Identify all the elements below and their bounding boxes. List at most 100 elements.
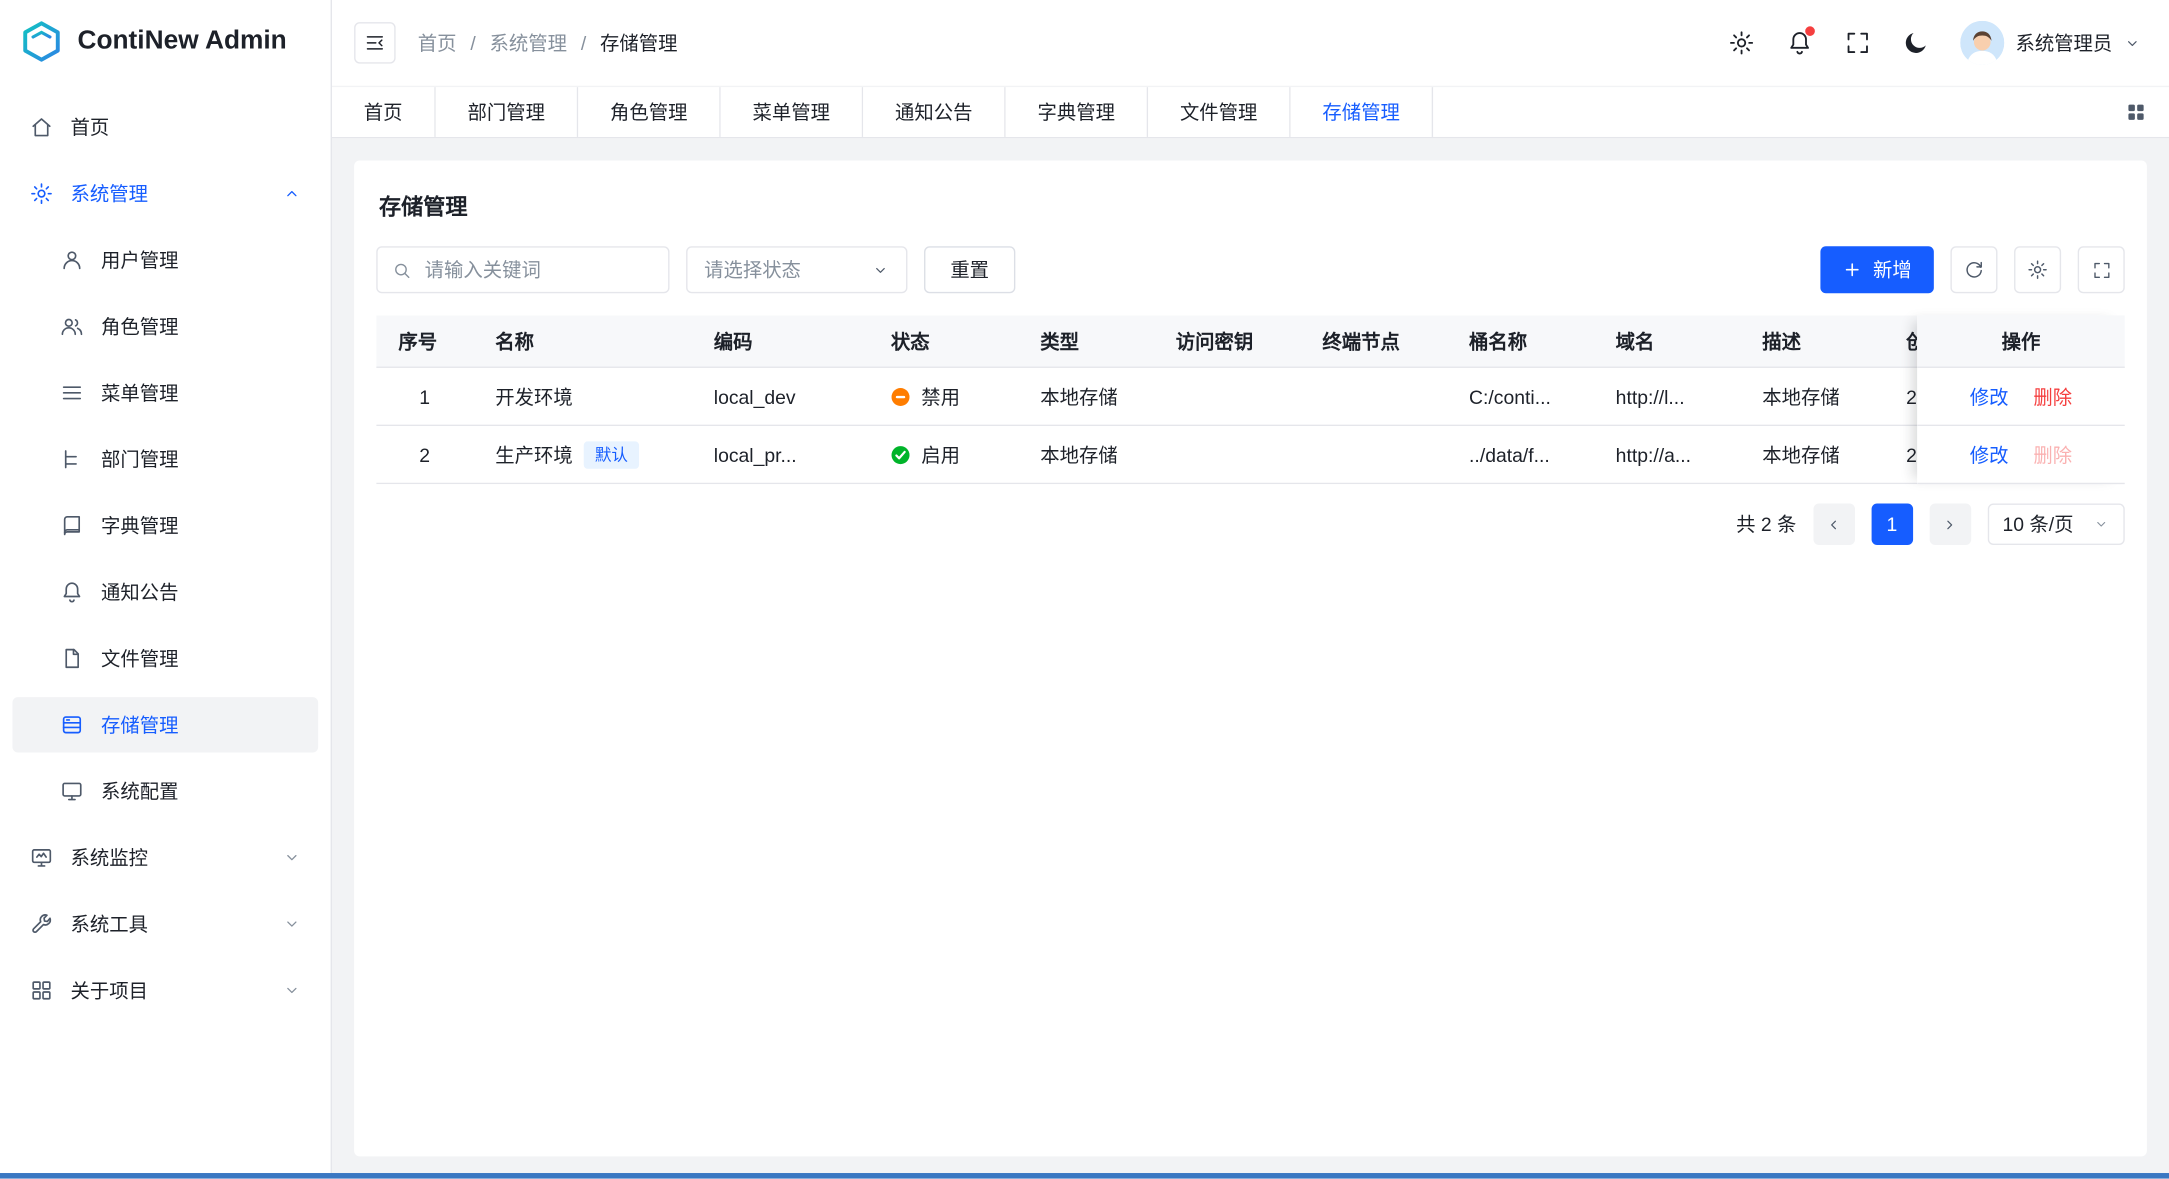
- cell-status: 启用: [869, 441, 1018, 469]
- breadcrumb-home[interactable]: 首页: [418, 29, 457, 57]
- sidebar-item-about[interactable]: 关于项目: [12, 963, 318, 1018]
- home-icon: [29, 115, 54, 140]
- chevron-down-icon: [871, 261, 889, 279]
- table-header-row: 操作: [1917, 315, 2124, 368]
- breadcrumb-system[interactable]: 系统管理: [490, 29, 567, 57]
- status-select[interactable]: 请选择状态: [686, 246, 907, 293]
- header-bucket: 桶名称: [1447, 327, 1594, 355]
- cell-name: 生产环境 默认: [473, 441, 692, 469]
- table-header-row: 序号 名称 编码 状态 类型 访问密钥 终端节点 桶名称 域名 描述 创建时间: [376, 315, 1917, 368]
- dark-mode-moon-icon[interactable]: [1902, 29, 1930, 57]
- header-index: 序号: [376, 327, 473, 355]
- chevron-down-icon: [282, 914, 301, 933]
- sidebar-item-system-config[interactable]: 系统配置: [12, 764, 318, 819]
- notification-bell-icon[interactable]: [1786, 29, 1814, 57]
- tab-actions-grid-icon[interactable]: [2103, 87, 2169, 137]
- cell-description: 本地存储: [1740, 382, 1884, 410]
- toolbar-right-actions: 新增: [1820, 246, 2124, 293]
- sidebar-item-roles[interactable]: 角色管理: [12, 299, 318, 354]
- search-input[interactable]: [422, 257, 654, 282]
- tab-roles[interactable]: 角色管理: [578, 87, 720, 137]
- tab-files[interactable]: 文件管理: [1148, 87, 1290, 137]
- tab-bar: 首页 部门管理 角色管理 菜单管理 通知公告 字典管理 文件管理 存储管理: [332, 86, 2169, 139]
- edit-link[interactable]: 修改: [1970, 382, 2009, 410]
- sidebar-item-label: 用户管理: [101, 246, 178, 274]
- sidebar-item-users[interactable]: 用户管理: [12, 232, 318, 287]
- sidebar-submenu-system: 用户管理 角色管理 菜单管理 部门管理 字典管理: [12, 232, 318, 819]
- chevron-down-icon: [2093, 516, 2110, 533]
- refresh-button[interactable]: [1950, 246, 1997, 293]
- status-enabled-icon: [891, 445, 910, 464]
- header-actions: 操作: [2002, 327, 2041, 355]
- reset-button[interactable]: 重置: [924, 246, 1015, 293]
- edit-link[interactable]: 修改: [1970, 441, 2009, 469]
- pagination-page-1[interactable]: 1: [1871, 504, 1912, 545]
- brand-name: ContiNew Admin: [77, 26, 286, 56]
- pagination: 共 2 条 1 10 条/页: [376, 504, 2124, 545]
- app-window: ContiNew Admin 首页 系统管理 用户管理 角色管理: [0, 0, 2169, 1179]
- cell-code: local_dev: [692, 385, 869, 407]
- pagination-next-button[interactable]: [1929, 504, 1970, 545]
- delete-link-disabled[interactable]: 删除: [2033, 441, 2072, 469]
- page-title: 存储管理: [379, 188, 2122, 221]
- header-name: 名称: [473, 327, 692, 355]
- sidebar-item-dictionary[interactable]: 字典管理: [12, 498, 318, 553]
- sidebar-item-system-monitor[interactable]: 系统监控: [12, 830, 318, 885]
- sidebar-item-files[interactable]: 文件管理: [12, 631, 318, 686]
- table-row: 1 开发环境 local_dev 禁用 本地存储 C:/conti...: [376, 368, 1917, 426]
- add-button[interactable]: 新增: [1820, 246, 1933, 293]
- sidebar-item-label: 角色管理: [101, 313, 178, 341]
- sidebar-item-departments[interactable]: 部门管理: [12, 432, 318, 487]
- cell-description: 本地存储: [1740, 441, 1884, 469]
- pagination-prev-button[interactable]: [1813, 504, 1854, 545]
- table-row: 2 生产环境 默认 local_pr... 启用 本地存储: [376, 426, 1917, 484]
- tab-dictionary[interactable]: 字典管理: [1006, 87, 1148, 137]
- sidebar-item-storage[interactable]: 存储管理: [12, 697, 318, 752]
- storage-management-card: 存储管理 请选择状态 重置 新增: [354, 160, 2147, 1156]
- header-created: 创建时间: [1884, 327, 1917, 355]
- expand-table-button[interactable]: [2078, 246, 2125, 293]
- storage-table: 序号 名称 编码 状态 类型 访问密钥 终端节点 桶名称 域名 描述 创建时间: [376, 315, 2124, 484]
- content-area: 存储管理 请选择状态 重置 新增: [332, 138, 2169, 1178]
- cell-type: 本地存储: [1018, 382, 1154, 410]
- page-size-select[interactable]: 10 条/页: [1987, 504, 2124, 545]
- user-name: 系统管理员: [2015, 29, 2112, 57]
- brand[interactable]: ContiNew Admin: [0, 0, 331, 83]
- storage-icon: [59, 712, 84, 737]
- sidebar-item-label: 存储管理: [101, 711, 178, 739]
- sidebar-collapse-button[interactable]: [354, 22, 395, 63]
- table-actions-column: 操作 修改 删除 修改 删除: [1917, 315, 2124, 484]
- fullscreen-icon[interactable]: [1844, 29, 1872, 57]
- sidebar-item-menus[interactable]: 菜单管理: [12, 365, 318, 420]
- tab-notices[interactable]: 通知公告: [863, 87, 1005, 137]
- tab-storage[interactable]: 存储管理: [1291, 87, 1433, 137]
- tab-departments[interactable]: 部门管理: [436, 87, 578, 137]
- table-scroll-area[interactable]: 序号 名称 编码 状态 类型 访问密钥 终端节点 桶名称 域名 描述 创建时间: [376, 315, 1917, 484]
- tab-home[interactable]: 首页: [332, 87, 436, 137]
- page-size-value: 10 条/页: [2003, 510, 2074, 538]
- sidebar-item-system-tools[interactable]: 系统工具: [12, 896, 318, 951]
- main-area: 首页 / 系统管理 / 存储管理: [332, 0, 2169, 1179]
- header-description: 描述: [1740, 327, 1884, 355]
- user-menu[interactable]: 系统管理员: [1960, 21, 2141, 65]
- settings-icon[interactable]: [1728, 29, 1756, 57]
- column-settings-button[interactable]: [2014, 246, 2061, 293]
- delete-link[interactable]: 删除: [2033, 382, 2072, 410]
- breadcrumb: 首页 / 系统管理 / 存储管理: [418, 29, 678, 57]
- topbar-actions: 系统管理员: [1728, 21, 2142, 65]
- cell-created: 20: [1884, 385, 1917, 407]
- header-type: 类型: [1018, 327, 1154, 355]
- breadcrumb-separator: /: [581, 32, 586, 54]
- brand-logo-icon: [19, 19, 63, 63]
- cell-type: 本地存储: [1018, 441, 1154, 469]
- sidebar-item-system-management[interactable]: 系统管理: [12, 166, 318, 221]
- user-group-icon: [59, 314, 84, 339]
- cell-domain: http://a...: [1594, 443, 1741, 465]
- org-tree-icon: [59, 447, 84, 472]
- keyword-search-box: [376, 246, 669, 293]
- cell-index: 1: [376, 385, 473, 407]
- table-toolbar: 请选择状态 重置 新增: [376, 246, 2124, 293]
- sidebar-item-notices[interactable]: 通知公告: [12, 564, 318, 619]
- tab-menus[interactable]: 菜单管理: [721, 87, 863, 137]
- sidebar-item-home[interactable]: 首页: [12, 100, 318, 155]
